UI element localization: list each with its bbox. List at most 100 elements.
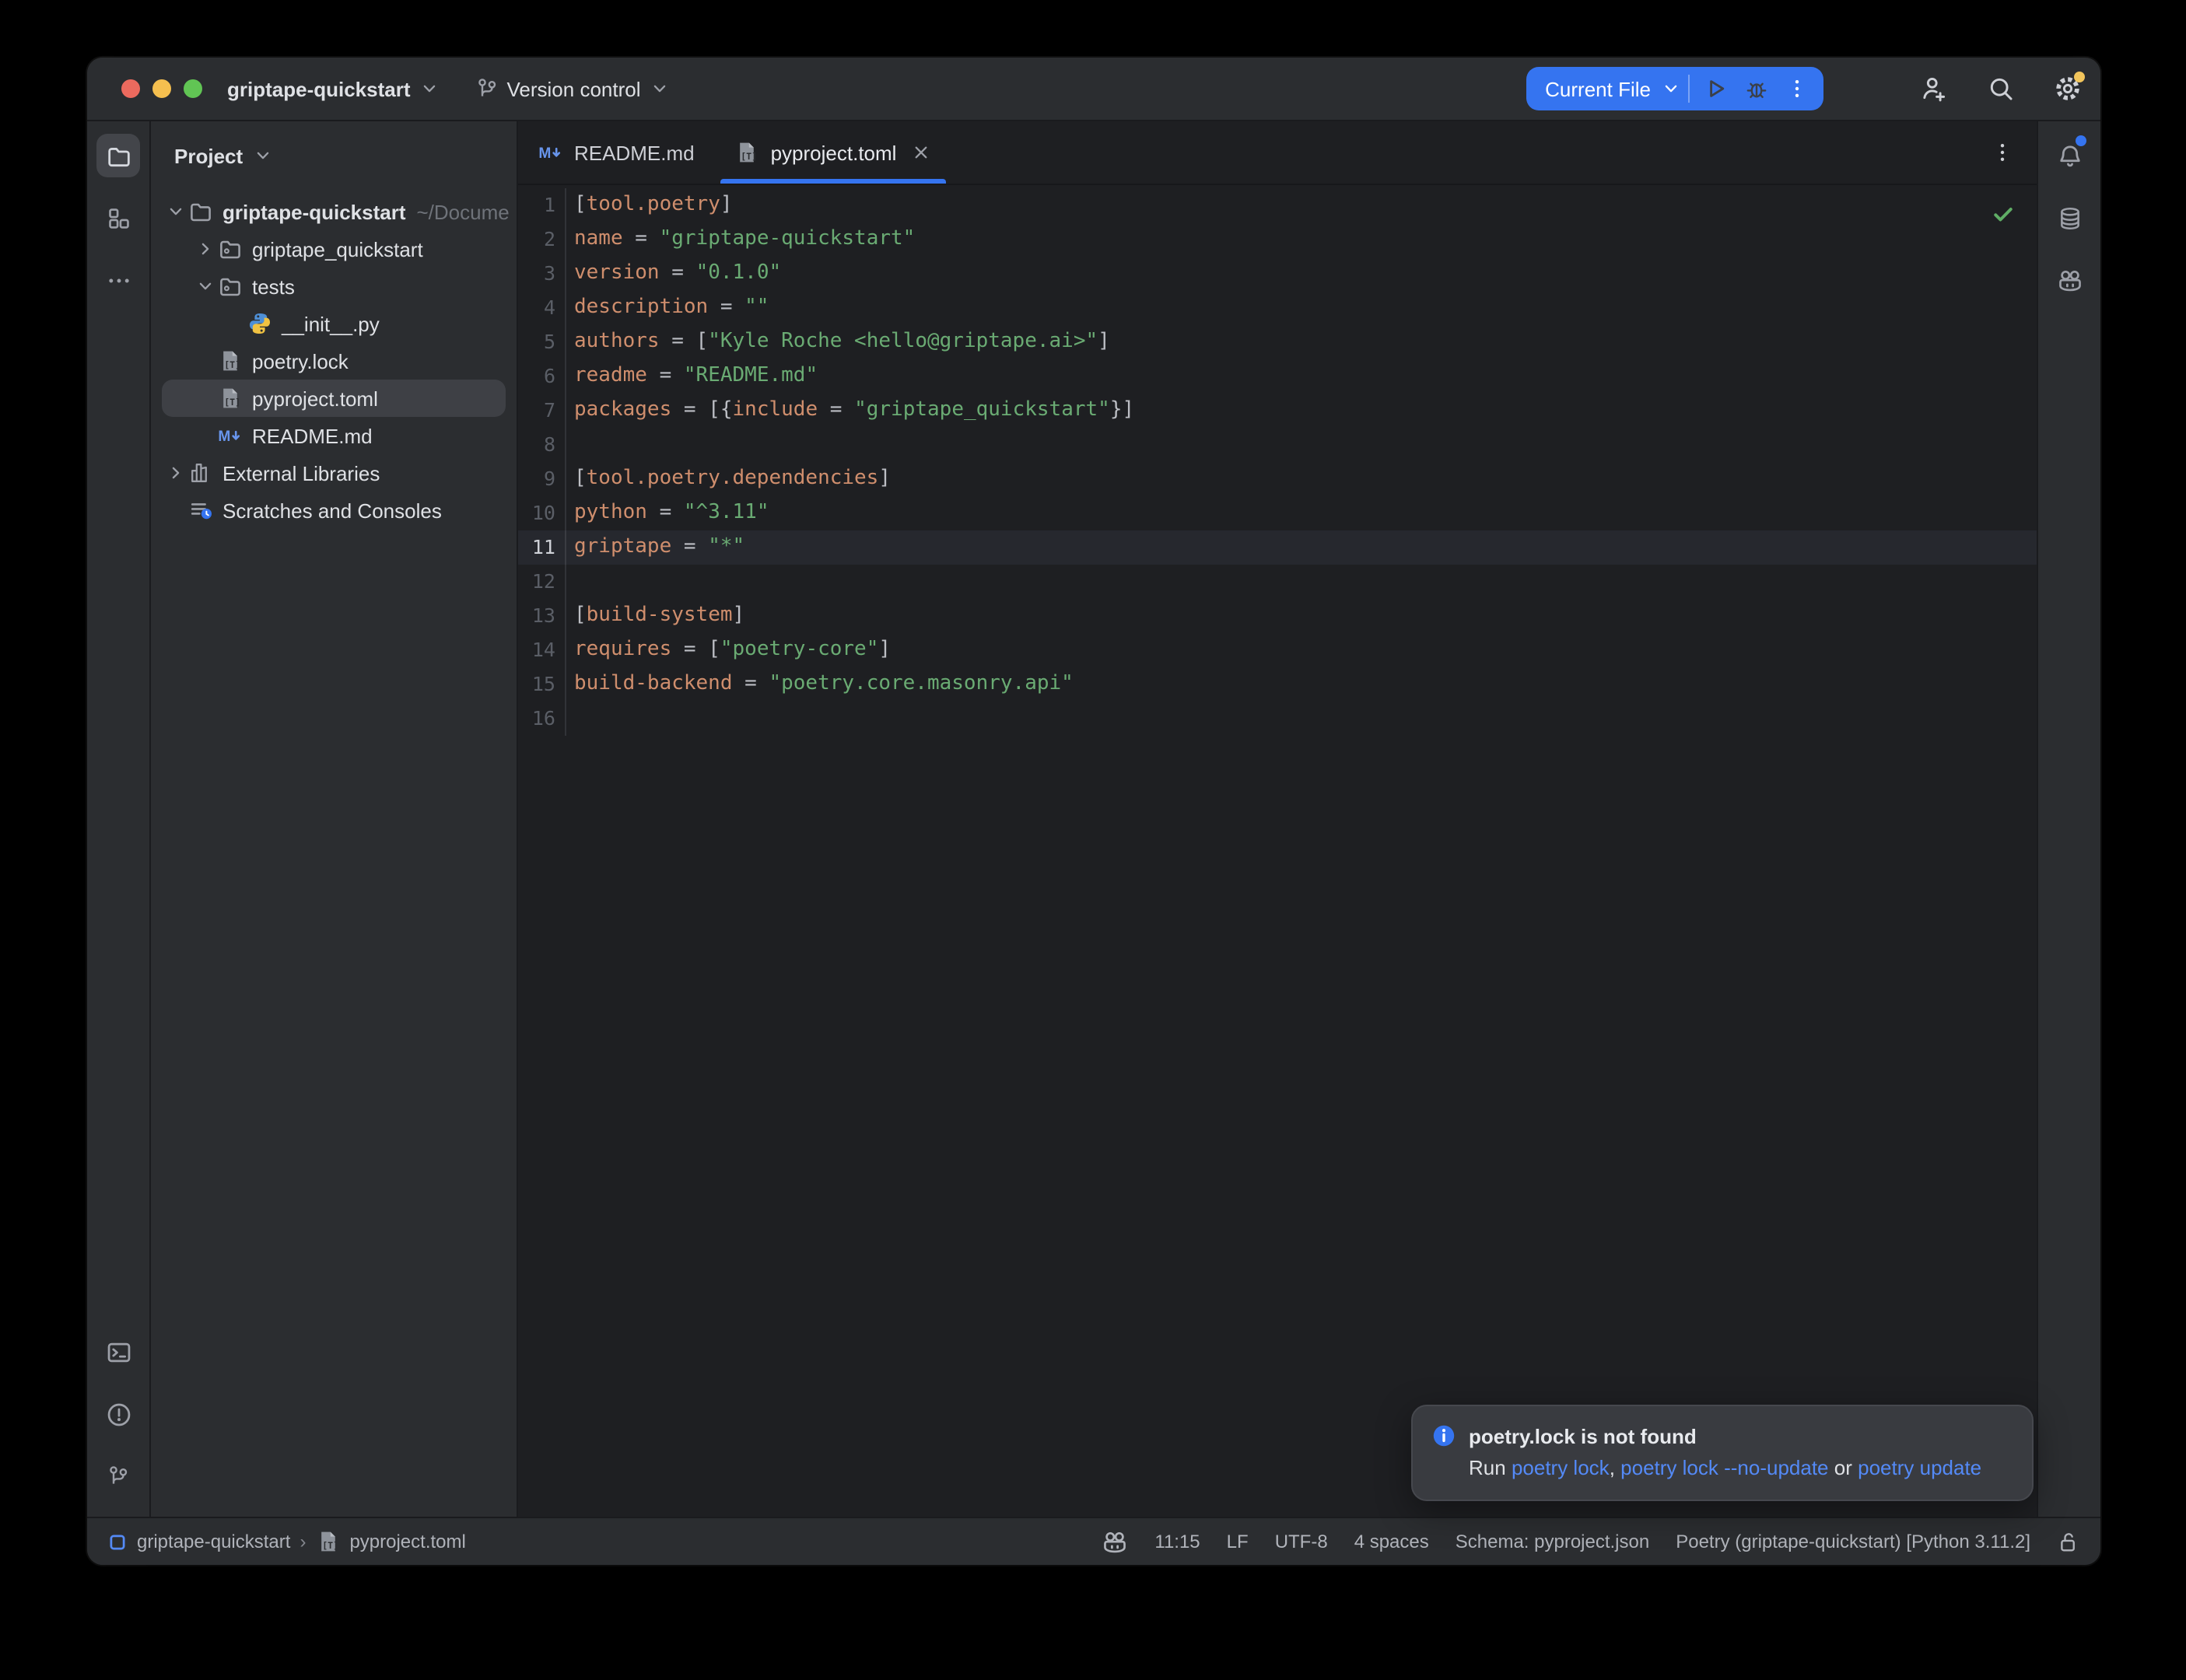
tree-item-tests[interactable]: tests — [151, 268, 517, 305]
chevron-down-icon[interactable] — [1660, 78, 1682, 100]
vcs-branch-tool-icon[interactable] — [96, 1454, 140, 1498]
debug-button[interactable] — [1736, 68, 1777, 109]
notification-link[interactable]: poetry lock — [1512, 1455, 1610, 1479]
project-folder-tool-icon[interactable] — [96, 134, 140, 177]
line-number[interactable]: 12 — [518, 565, 566, 599]
code-editor[interactable]: 1[tool.poetry]2name = "griptape-quicksta… — [518, 185, 2037, 1517]
code-line[interactable]: 5authors = ["Kyle Roche <hello@griptape.… — [518, 325, 2037, 359]
chevron-down-icon[interactable] — [193, 275, 218, 297]
code-line[interactable]: 1[tool.poetry] — [518, 188, 2037, 222]
code-line[interactable]: 9[tool.poetry.dependencies] — [518, 462, 2037, 496]
inspections-ok-check-icon[interactable] — [1992, 202, 2015, 226]
notifications-bell-icon[interactable] — [2048, 134, 2091, 177]
terminal-tool-icon[interactable] — [96, 1330, 140, 1374]
tree-item-griptape-quickstart[interactable]: griptape_quickstart — [151, 230, 517, 268]
more-run-options-icon[interactable] — [1777, 68, 1817, 109]
code-text: name = "griptape-quickstart" — [568, 222, 915, 257]
line-number[interactable]: 3 — [518, 257, 566, 291]
line-number[interactable]: 7 — [518, 394, 566, 428]
code-line[interactable]: 12 — [518, 565, 2037, 599]
chevron-right-icon[interactable] — [193, 238, 218, 260]
code-line[interactable]: 14requires = ["poetry-core"] — [518, 633, 2037, 667]
notification-link[interactable]: poetry lock --no-update — [1620, 1455, 1828, 1479]
breadcrumbs: griptape-quickstart › [T] pyproject.toml — [107, 1529, 466, 1554]
problems-tool-icon[interactable] — [96, 1392, 140, 1436]
editor-tab-bar: MREADME.md[T]pyproject.toml — [518, 121, 2037, 185]
cursor-position[interactable]: 11:15 — [1154, 1531, 1200, 1552]
code-line[interactable]: 4description = "" — [518, 291, 2037, 325]
toml-file-icon: [T] — [218, 348, 243, 373]
line-number[interactable]: 6 — [518, 359, 566, 394]
file-breadcrumb[interactable]: [T] pyproject.toml — [315, 1529, 465, 1554]
line-number[interactable]: 11 — [518, 530, 566, 565]
tree-item-poetry-lock[interactable]: [T]poetry.lock — [151, 342, 517, 380]
module-breadcrumb[interactable]: griptape-quickstart — [107, 1531, 290, 1552]
more-tools-icon[interactable] — [96, 258, 140, 302]
tab-pyproject-toml[interactable]: [T]pyproject.toml — [715, 121, 953, 184]
line-number[interactable]: 16 — [518, 702, 566, 736]
json-schema[interactable]: Schema: pyproject.json — [1456, 1531, 1649, 1552]
search-icon[interactable] — [1987, 75, 2015, 103]
code-line[interactable]: 3version = "0.1.0" — [518, 257, 2037, 291]
close-window-button[interactable] — [121, 79, 140, 98]
line-number[interactable]: 4 — [518, 291, 566, 325]
line-number[interactable]: 2 — [518, 222, 566, 257]
code-line[interactable]: 10python = "^3.11" — [518, 496, 2037, 530]
database-tool-icon[interactable] — [2048, 196, 2091, 240]
structure-tool-icon[interactable] — [96, 196, 140, 240]
minimize-window-button[interactable] — [152, 79, 171, 98]
chevron-right-icon[interactable] — [163, 462, 188, 484]
line-number[interactable]: 8 — [518, 428, 566, 462]
close-tab-icon[interactable] — [910, 142, 932, 163]
line-number[interactable]: 10 — [518, 496, 566, 530]
python-interpreter[interactable]: Poetry (griptape-quickstart) [Python 3.1… — [1676, 1531, 2030, 1552]
title-bar: griptape-quickstart Version control Curr… — [87, 58, 2100, 121]
chevron-down-icon[interactable] — [163, 201, 188, 222]
file-encoding[interactable]: UTF-8 — [1275, 1531, 1328, 1552]
status-bar: griptape-quickstart › [T] pyproject.toml… — [87, 1517, 2100, 1565]
code-text: griptape = "*" — [568, 530, 744, 565]
tab-label: README.md — [574, 141, 695, 164]
code-line[interactable]: 8 — [518, 428, 2037, 462]
settings-gear-icon[interactable] — [2054, 75, 2082, 103]
tree-item-readme-md[interactable]: MREADME.md — [151, 417, 517, 454]
code-line[interactable]: 2name = "griptape-quickstart" — [518, 222, 2037, 257]
run-button[interactable] — [1696, 68, 1736, 109]
tree-item-external-libraries[interactable]: External Libraries — [151, 454, 517, 492]
indent-style[interactable]: 4 spaces — [1354, 1531, 1429, 1552]
add-user-icon[interactable] — [1920, 75, 1948, 103]
line-number[interactable]: 9 — [518, 462, 566, 496]
notification-link[interactable]: poetry update — [1858, 1455, 1981, 1479]
project-selector[interactable]: griptape-quickstart — [227, 77, 440, 100]
branch-icon — [475, 76, 499, 101]
line-number[interactable]: 13 — [518, 599, 566, 633]
line-number[interactable]: 15 — [518, 667, 566, 702]
ai-assistant-status[interactable] — [1102, 1528, 1128, 1555]
code-line[interactable]: 15build-backend = "poetry.core.masonry.a… — [518, 667, 2037, 702]
line-number[interactable]: 5 — [518, 325, 566, 359]
toml-file-icon: [T] — [315, 1529, 340, 1554]
code-line[interactable]: 6readme = "README.md" — [518, 359, 2037, 394]
vcs-widget[interactable]: Version control — [475, 76, 671, 101]
line-number[interactable]: 1 — [518, 188, 566, 222]
zoom-window-button[interactable] — [184, 79, 202, 98]
code-line[interactable]: 13[build-system] — [518, 599, 2037, 633]
line-separator[interactable]: LF — [1227, 1531, 1249, 1552]
project-panel-header[interactable]: Project — [151, 134, 517, 177]
write-access[interactable] — [2057, 1530, 2080, 1553]
breadcrumb-project: griptape-quickstart — [137, 1531, 290, 1552]
tree-item-griptape-quickstart[interactable]: griptape-quickstart~/Docume — [151, 193, 517, 230]
module-icon — [107, 1531, 128, 1552]
code-line[interactable]: 7packages = [{include = "griptape_quicks… — [518, 394, 2037, 428]
line-number[interactable]: 14 — [518, 633, 566, 667]
code-line[interactable]: 16 — [518, 702, 2037, 736]
tree-item-pyproject-toml[interactable]: [T]pyproject.toml — [162, 380, 506, 417]
ai-assistant-tool-icon[interactable] — [2048, 258, 2091, 302]
run-config-selector[interactable]: Current File — [1545, 77, 1651, 100]
tree-item-scratches-and-consoles[interactable]: Scratches and Consoles — [151, 492, 517, 529]
tab-options-kebab-icon[interactable] — [1990, 140, 2015, 165]
code-line[interactable]: 11griptape = "*" — [518, 530, 2037, 565]
tree-item--init-py[interactable]: __init__.py — [151, 305, 517, 342]
tree-item-path: ~/Docume — [417, 200, 510, 223]
tab-readme-md[interactable]: MREADME.md — [518, 121, 715, 184]
